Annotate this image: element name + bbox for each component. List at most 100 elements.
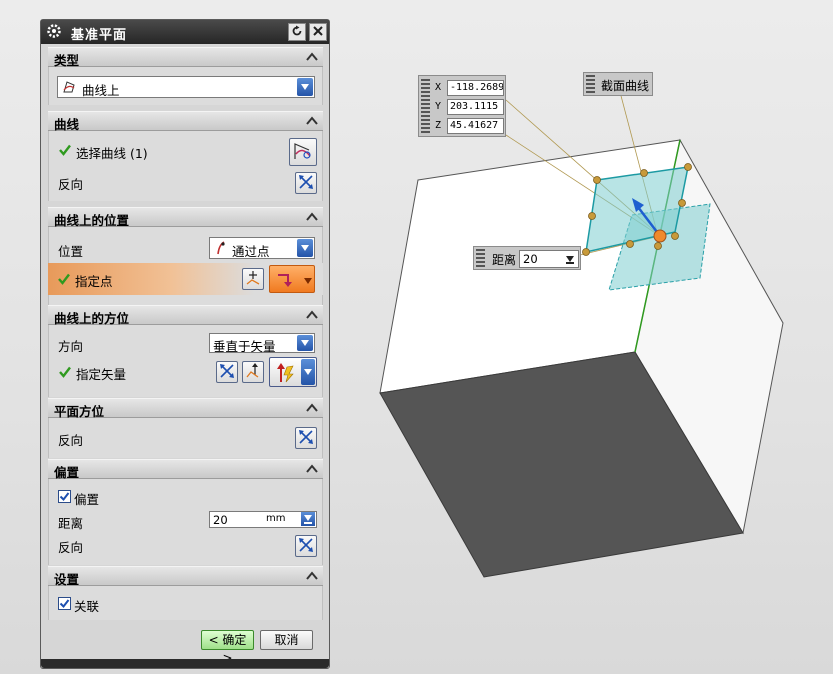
distance-value: 20 xyxy=(213,513,228,527)
checkmark-icon xyxy=(59,144,71,156)
section-title: 类型 xyxy=(54,53,80,68)
z-axis-label: Z xyxy=(435,120,442,131)
direction-value: 垂直于矢量 xyxy=(213,339,276,354)
section-header-type[interactable]: 类型 xyxy=(48,47,323,68)
offset-reverse-label: 反向 xyxy=(58,540,84,555)
inferred-vector-dropdown[interactable] xyxy=(269,357,317,387)
chevron-up-icon[interactable] xyxy=(305,114,319,128)
associative-checkbox[interactable] xyxy=(58,597,71,610)
chevron-up-icon[interactable] xyxy=(305,50,319,64)
distance-tag-value: 20 xyxy=(523,252,538,266)
specify-point-row[interactable]: 指定点 xyxy=(48,263,323,295)
through-point-icon xyxy=(215,241,227,255)
point-dialog-button[interactable] xyxy=(242,268,264,290)
datum-plane-dialog: 基准平面 类型 曲线上 曲线 选择曲线 (1) 反向 曲线上的位置 位置 通过点… xyxy=(40,19,330,669)
drag-grip-icon[interactable] xyxy=(586,75,595,93)
chevron-down-icon[interactable] xyxy=(301,359,315,385)
section-title: 平面方位 xyxy=(54,404,105,419)
z-coordinate-input[interactable]: 45.41627 xyxy=(447,118,504,134)
chevron-down-icon[interactable] xyxy=(297,78,313,96)
vector-dialog-button[interactable] xyxy=(242,361,264,383)
section-header-settings[interactable]: 设置 xyxy=(48,566,323,587)
reset-icon xyxy=(291,25,303,40)
select-curve-button[interactable] xyxy=(289,138,317,166)
vector-reverse-button[interactable] xyxy=(216,361,238,383)
drag-grip-icon[interactable] xyxy=(421,79,430,133)
chevron-up-icon[interactable] xyxy=(305,569,319,583)
dialog-bottom-bar xyxy=(41,659,329,668)
chevron-up-icon[interactable] xyxy=(305,462,319,476)
checkmark-icon xyxy=(59,366,71,378)
section-title: 曲线上的方位 xyxy=(54,311,130,326)
checkmark-icon xyxy=(58,273,70,285)
chevron-up-icon[interactable] xyxy=(305,308,319,322)
x-coordinate-row: X -118.2689 xyxy=(433,80,505,96)
chevron-down-icon[interactable] xyxy=(304,274,312,288)
inferred-point-icon xyxy=(276,271,294,292)
chevron-down-icon[interactable] xyxy=(297,335,313,351)
close-button[interactable] xyxy=(309,23,327,41)
distance-unit: mm xyxy=(266,513,286,524)
offset-reverse-button[interactable] xyxy=(295,535,317,557)
reverse-direction-icon xyxy=(298,174,314,193)
associative-label: 关联 xyxy=(74,599,100,614)
dropdown-arrow-icon[interactable] xyxy=(301,512,315,526)
reverse-direction-icon xyxy=(298,429,314,448)
ok-button[interactable]: < 确定 > xyxy=(201,630,254,665)
section-body-settings: 关联 xyxy=(48,586,323,620)
y-axis-label: Y xyxy=(435,101,442,112)
section-title: 曲线 xyxy=(54,117,80,132)
curve-select-icon xyxy=(292,140,314,165)
chevron-up-icon[interactable] xyxy=(305,210,319,224)
offset-label: 偏置 xyxy=(74,492,100,507)
inferred-point-dropdown[interactable] xyxy=(269,265,315,293)
section-header-orientation[interactable]: 曲线上的方位 xyxy=(48,305,323,326)
section-header-curve[interactable]: 曲线 xyxy=(48,111,323,132)
chevron-up-icon[interactable] xyxy=(305,401,319,415)
section-curve-tag[interactable]: 截面曲线 xyxy=(583,72,653,96)
distance-tag-label: 距离 xyxy=(492,253,517,267)
gear-icon[interactable] xyxy=(46,23,62,39)
section-body-type: 曲线上 xyxy=(48,67,323,105)
position-label: 位置 xyxy=(58,244,84,259)
dialog-titlebar[interactable]: 基准平面 xyxy=(41,20,329,44)
section-header-position[interactable]: 曲线上的位置 xyxy=(48,207,323,228)
section-body-offset: 偏置 距离 20 mm 反向 xyxy=(48,479,323,565)
y-coordinate-row: Y 203.1115 xyxy=(433,99,505,115)
type-dropdown[interactable]: 曲线上 xyxy=(57,76,315,98)
origin-point[interactable] xyxy=(653,229,667,243)
curve-reverse-button[interactable] xyxy=(295,172,317,194)
section-curve-label: 截面曲线 xyxy=(601,79,650,93)
point-constructor-icon xyxy=(245,270,261,289)
vector-constructor-icon xyxy=(245,362,261,382)
dropdown-arrow-icon[interactable] xyxy=(563,252,577,266)
position-dropdown[interactable]: 通过点 xyxy=(209,237,315,259)
specify-point-label: 指定点 xyxy=(75,274,113,289)
x-axis-label: X xyxy=(435,82,442,93)
offset-checkbox[interactable] xyxy=(58,490,71,503)
y-coordinate-input[interactable]: 203.1115 xyxy=(447,99,504,115)
x-coordinate-input[interactable]: -118.2689 xyxy=(447,80,504,96)
type-value: 曲线上 xyxy=(82,83,120,98)
distance-tag: 距离 20 xyxy=(473,246,581,270)
drag-grip-icon[interactable] xyxy=(476,249,485,267)
section-header-plane-orientation[interactable]: 平面方位 xyxy=(48,398,323,419)
z-coordinate-row: Z 45.41627 xyxy=(433,118,505,134)
point-coordinate-panel: X -118.2689 Y 203.1115 Z 45.41627 xyxy=(418,75,506,137)
direction-dropdown[interactable]: 垂直于矢量 xyxy=(209,333,315,354)
cancel-button[interactable]: 取消 xyxy=(260,630,313,650)
distance-input[interactable]: 20 mm xyxy=(209,511,317,528)
position-value: 通过点 xyxy=(232,244,270,259)
section-title: 偏置 xyxy=(54,465,80,480)
inferred-vector-icon xyxy=(275,362,297,387)
dialog-title: 基准平面 xyxy=(71,28,128,43)
distance-tag-input[interactable]: 20 xyxy=(519,250,579,268)
section-body-orientation: 方向 垂直于矢量 指定矢量 xyxy=(48,325,323,397)
section-header-offset[interactable]: 偏置 xyxy=(48,459,323,480)
reset-button[interactable] xyxy=(288,23,306,41)
plane-reverse-button[interactable] xyxy=(295,427,317,449)
select-curve-label: 选择曲线 (1) xyxy=(76,146,148,161)
plane-reverse-label: 反向 xyxy=(58,433,84,448)
chevron-down-icon[interactable] xyxy=(297,239,313,257)
curve-plane-icon xyxy=(62,80,76,94)
